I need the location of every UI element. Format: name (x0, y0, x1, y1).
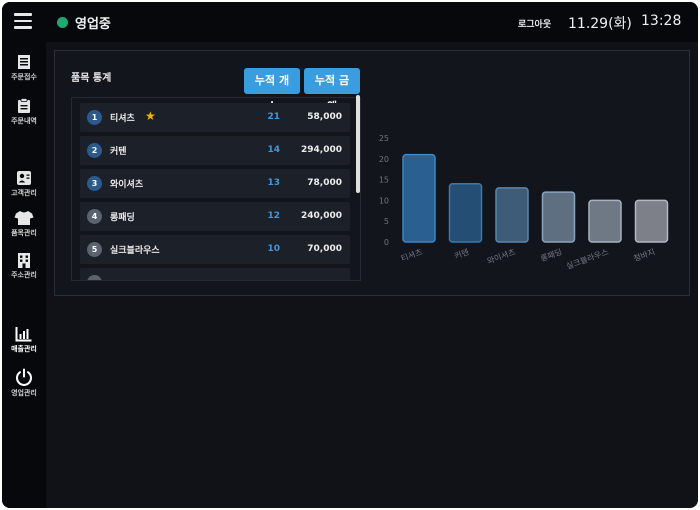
chart-bar (541, 191, 576, 243)
bar-chart-icon (15, 327, 32, 342)
list-item[interactable] (80, 268, 350, 280)
tshirt-icon (14, 211, 34, 225)
sidebar-item-order-receipt[interactable]: 주문접수 (2, 54, 46, 90)
tab-cumulative-count[interactable]: 누적 개수 (244, 68, 300, 113)
x-tick-label: 청바지 (632, 246, 656, 263)
chart-bar (634, 199, 669, 243)
customer-card-icon (17, 171, 31, 185)
order-receipt-icon (18, 55, 30, 69)
item-name: 와이셔츠 (110, 180, 144, 190)
item-amount: 58,000 (307, 112, 342, 122)
item-name: 실크블라우스 (110, 246, 160, 256)
sidebar-item-customers[interactable]: 고객관리 (2, 170, 46, 206)
sidebar-item-label: 매출관리 (11, 345, 37, 353)
y-tick-label: 0 (384, 238, 389, 247)
item-amount: 240,000 (301, 211, 342, 221)
chart-bar (588, 199, 622, 243)
rank-badge: 1 (87, 110, 102, 125)
power-icon (16, 368, 32, 386)
sidebar: 주문접수 주문내역 고객관리 품목관리 주소관리 매출관리 영업관리 (2, 42, 46, 508)
sidebar-item-products[interactable]: 품목관리 (2, 210, 46, 246)
rank-badge: 5 (87, 242, 102, 257)
list-item[interactable]: 3 와이셔츠 13 78,000 (80, 169, 350, 198)
current-time: 13:28 (641, 13, 682, 29)
tab-cumulative-amount[interactable]: 누적 금액 (304, 68, 360, 113)
item-count: 14 (267, 145, 280, 155)
item-sales-bar-chart: 0 5 10 15 20 25 티셔츠 커텐 와이셔츠 롱패딩 실크블라우스 청바지 (379, 134, 669, 271)
item-name: 커텐 (110, 147, 127, 157)
item-ranking-list[interactable]: 1 티셔츠 ★ 21 58,000 2 커텐 14 294,000 3 와이셔츠… (71, 97, 361, 281)
sidebar-item-business[interactable]: 영업관리 (2, 368, 46, 404)
x-tick-label: 커텐 (453, 246, 470, 260)
rank-badge: 2 (87, 143, 102, 158)
chart-bar (448, 183, 483, 243)
rank-badge: 3 (87, 176, 102, 191)
y-tick-label: 20 (379, 155, 389, 164)
list-item[interactable]: 5 실크블라우스 10 70,000 (80, 235, 350, 264)
panel-title: 품목 통계 (71, 73, 112, 84)
list-item[interactable]: 1 티셔츠 ★ 21 58,000 (80, 103, 350, 132)
y-tick-label: 15 (379, 176, 389, 185)
sidebar-item-order-history[interactable]: 주문내역 (2, 98, 46, 134)
item-name: 롱패딩 (110, 213, 135, 223)
item-statistics-panel: 품목 통계 누적 개수 누적 금액 1 티셔츠 ★ 21 58,000 2 커텐… (54, 50, 690, 296)
y-tick-label: 5 (384, 217, 389, 226)
item-count: 10 (267, 244, 280, 254)
sidebar-item-sales[interactable]: 매출관리 (2, 326, 46, 362)
logout-button[interactable]: 로그아웃 (518, 17, 551, 30)
clipboard-icon (18, 98, 30, 113)
sidebar-item-label: 고객관리 (11, 189, 37, 197)
sidebar-item-label: 영업관리 (11, 389, 37, 397)
y-tick-label: 25 (379, 134, 389, 143)
chart-bar (495, 187, 529, 243)
sidebar-item-label: 주소관리 (11, 271, 37, 279)
rank-badge (87, 275, 102, 280)
top-bar: 영업중 로그아웃 11.29(화) 13:28 (2, 2, 698, 42)
sidebar-item-label: 주문접수 (11, 73, 37, 81)
item-count: 13 (267, 178, 280, 188)
hamburger-menu-icon[interactable] (14, 13, 32, 29)
building-icon (18, 253, 30, 268)
sidebar-item-label: 주문내역 (11, 117, 37, 125)
x-tick-label: 실크블라우스 (565, 246, 610, 271)
item-amount: 294,000 (301, 145, 342, 155)
x-tick-label: 티셔츠 (400, 247, 424, 263)
current-date: 11.29(화) (568, 16, 632, 32)
item-count: 12 (267, 211, 280, 221)
status-indicator-icon (57, 17, 68, 28)
app-window: 영업중 로그아웃 11.29(화) 13:28 주문접수 주문내역 고객관리 품… (2, 2, 698, 508)
business-status: 영업중 (75, 17, 111, 32)
item-name: 티셔츠 (110, 114, 135, 124)
list-item[interactable]: 2 커텐 14 294,000 (80, 136, 350, 165)
sidebar-item-addresses[interactable]: 주소관리 (2, 252, 46, 288)
y-tick-label: 10 (379, 196, 389, 205)
sidebar-item-label: 품목관리 (11, 229, 37, 237)
x-tick-label: 롱패딩 (539, 246, 563, 263)
item-amount: 70,000 (307, 244, 342, 254)
item-count: 21 (267, 112, 280, 122)
rank-badge: 4 (87, 209, 102, 224)
list-item[interactable]: 4 롱패딩 12 240,000 (80, 202, 350, 231)
item-amount: 78,000 (307, 178, 342, 188)
chart-bar (402, 153, 436, 243)
x-tick-label: 와이셔츠 (486, 246, 517, 265)
star-icon: ★ (145, 109, 156, 123)
